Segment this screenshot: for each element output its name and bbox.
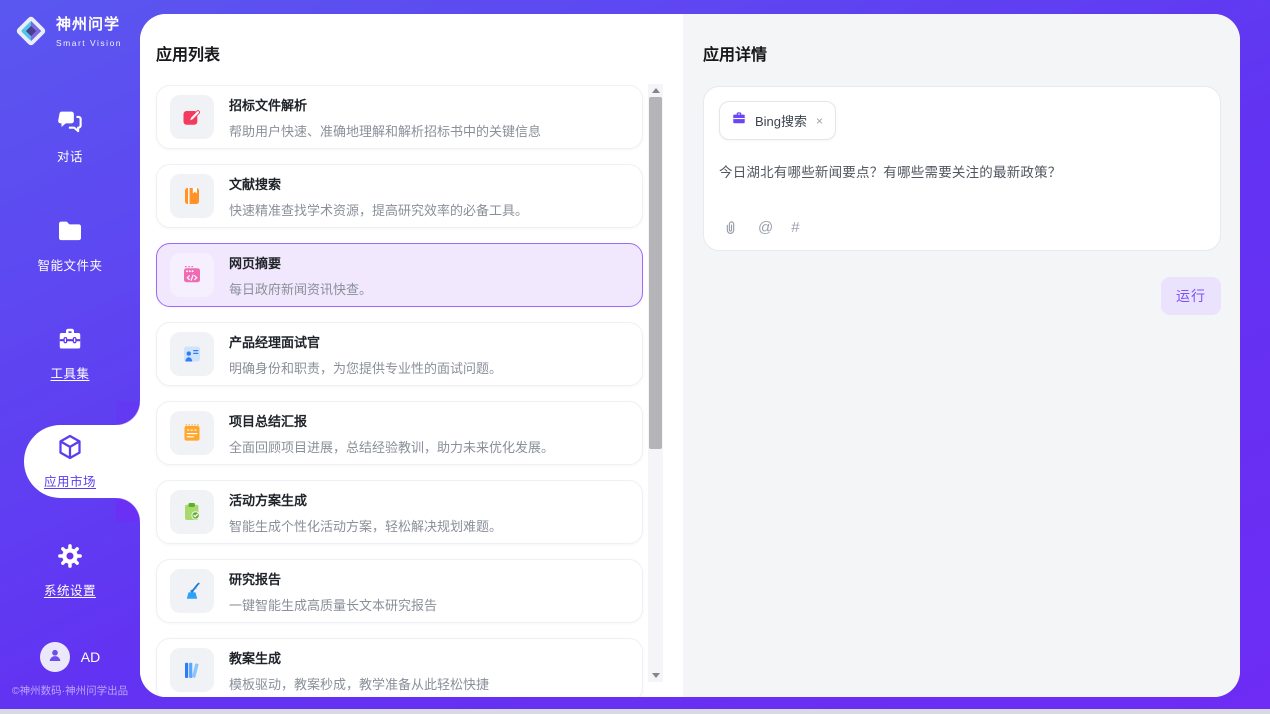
app-card-title: 文献搜索 — [229, 174, 528, 193]
query-input-card[interactable]: Bing搜索 × 今日湖北有哪些新闻要点？有哪些需要关注的最新政策？ @ # — [703, 86, 1221, 251]
clipboard-check-icon — [170, 490, 214, 534]
user-name: AD — [81, 649, 100, 665]
at-icon[interactable]: @ — [758, 219, 773, 236]
app-card-desc: 明确身份和职责，为您提供专业性的面试问题。 — [229, 358, 502, 377]
app-card-title: 教案生成 — [229, 648, 489, 667]
tool-tag-bing-search[interactable]: Bing搜索 × — [719, 101, 836, 140]
scroll-down-arrow-icon[interactable] — [648, 669, 663, 682]
app-card-title: 项目总结汇报 — [229, 411, 554, 430]
diamond-logo-icon — [13, 13, 49, 54]
app-card-literature-search[interactable]: 文献搜索 快速精准查找学术资源，提高研究效率的必备工具。 — [156, 164, 643, 228]
brand-subtitle: Smart Vision — [56, 38, 122, 48]
folder-icon — [0, 216, 140, 246]
window-bottom-edge — [0, 709, 1270, 714]
app-card-desc: 快速精准查找学术资源，提高研究效率的必备工具。 — [229, 200, 528, 219]
scrollbar-thumb[interactable] — [649, 97, 662, 449]
avatar — [40, 642, 70, 672]
paperclip-icon[interactable] — [721, 218, 740, 237]
brand-name: 神州问学 — [56, 16, 120, 33]
ink-pen-icon — [170, 569, 214, 613]
sidebar-item-label: 智能文件夹 — [0, 255, 140, 274]
app-card-title: 产品经理面试官 — [229, 332, 502, 351]
sticky-note-icon — [170, 411, 214, 455]
book-icon — [170, 174, 214, 218]
hash-icon[interactable]: # — [791, 219, 799, 236]
sidebar-item-label: 系统设置 — [0, 580, 140, 599]
edit-document-icon — [170, 95, 214, 139]
cube-icon — [0, 432, 140, 462]
user-account[interactable]: AD — [0, 642, 140, 672]
books-icon — [170, 648, 214, 692]
app-card-desc: 智能生成个性化活动方案，轻松解决规划难题。 — [229, 516, 502, 535]
app-card-title: 活动方案生成 — [229, 490, 502, 509]
toolbox-icon — [0, 324, 140, 354]
sidebar-item-label: 工具集 — [0, 363, 140, 382]
app-card-desc: 帮助用户快速、准确地理解和解析招标书中的关键信息 — [229, 121, 541, 140]
sidebar-item-settings[interactable]: 系统设置 — [0, 541, 140, 599]
app-list-title: 应用列表 — [156, 41, 683, 65]
tool-tag-label: Bing搜索 — [755, 111, 807, 130]
app-detail-panel: 应用详情 Bing搜索 × 今日湖北有哪些新闻要点？有哪些需要关注的最新政策？ — [683, 14, 1240, 697]
app-card-research-report[interactable]: 研究报告 一键智能生成高质量长文本研究报告 — [156, 559, 643, 623]
briefcase-icon — [731, 110, 747, 131]
app-list-panel: 应用列表 招标文件解析 帮助用户快速、准确地理解和解析招标书中的关键信息 — [140, 14, 683, 697]
interviewer-icon — [170, 332, 214, 376]
run-button[interactable]: 运行 — [1161, 277, 1221, 315]
app-card-desc: 每日政府新闻资讯快查。 — [229, 279, 372, 298]
app-card-event-plan[interactable]: 活动方案生成 智能生成个性化活动方案，轻松解决规划难题。 — [156, 480, 643, 544]
app-card-pm-interviewer[interactable]: 产品经理面试官 明确身份和职责，为您提供专业性的面试问题。 — [156, 322, 643, 386]
app-card-desc: 模板驱动，教案秒成，教学准备从此轻松快捷 — [229, 674, 489, 693]
app-card-bid-parse[interactable]: 招标文件解析 帮助用户快速、准确地理解和解析招标书中的关键信息 — [156, 85, 643, 149]
chat-icon — [0, 107, 140, 137]
sidebar-item-smart-folders[interactable]: 智能文件夹 — [0, 216, 140, 274]
app-card-desc: 全面回顾项目进展，总结经验教训，助力未来优化发展。 — [229, 437, 554, 456]
copyright-text: ©神州数码·神州问学出品 — [0, 683, 140, 698]
close-icon[interactable]: × — [815, 114, 824, 128]
app-card-webpage-summary[interactable]: 网页摘要 每日政府新闻资讯快查。 — [156, 243, 643, 307]
sidebar-item-toolset[interactable]: 工具集 — [0, 324, 140, 382]
scroll-up-arrow-icon[interactable] — [648, 84, 663, 97]
app-card-lesson-plan[interactable]: 教案生成 模板驱动，教案秒成，教学准备从此轻松快捷 — [156, 638, 643, 697]
app-card-desc: 一键智能生成高质量长文本研究报告 — [229, 595, 437, 614]
person-icon — [45, 645, 65, 670]
list-scrollbar[interactable] — [648, 84, 663, 682]
sidebar-item-label: 对话 — [0, 146, 140, 165]
app-card-list: 招标文件解析 帮助用户快速、准确地理解和解析招标书中的关键信息 文献搜索 快速精… — [156, 85, 645, 697]
webpage-code-icon — [170, 253, 214, 297]
brand-logo: 神州问学 Smart Vision — [13, 13, 140, 54]
app-card-project-summary[interactable]: 项目总结汇报 全面回顾项目进展，总结经验教训，助力未来优化发展。 — [156, 401, 643, 465]
sidebar-item-label: 应用市场 — [0, 471, 140, 490]
app-card-title: 招标文件解析 — [229, 95, 541, 114]
query-text[interactable]: 今日湖北有哪些新闻要点？有哪些需要关注的最新政策？ — [719, 161, 1205, 181]
gear-icon — [0, 541, 140, 571]
app-card-title: 网页摘要 — [229, 253, 372, 272]
composer-toolbar: @ # — [721, 218, 800, 237]
sidebar-item-app-market[interactable]: 应用市场 — [0, 432, 140, 490]
app-detail-title: 应用详情 — [703, 41, 1221, 65]
sidebar-item-chat[interactable]: 对话 — [0, 107, 140, 165]
main-content: 应用列表 招标文件解析 帮助用户快速、准确地理解和解析招标书中的关键信息 — [140, 14, 1240, 697]
app-card-title: 研究报告 — [229, 569, 437, 588]
sidebar: 神州问学 Smart Vision 对话 智能文件夹 — [0, 0, 140, 709]
